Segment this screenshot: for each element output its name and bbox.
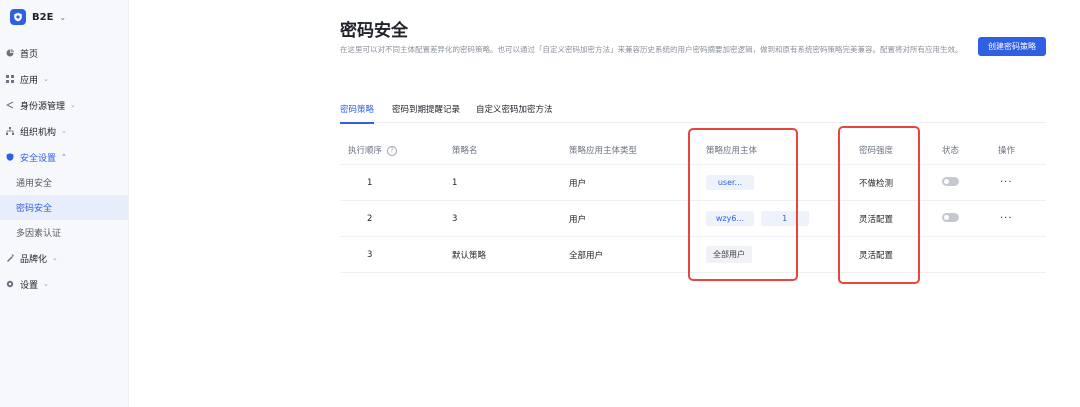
- shield-logo-icon: [10, 9, 26, 25]
- highlight-box-subject-column: [688, 128, 798, 281]
- shield-icon: [6, 153, 14, 161]
- name-cell: 3: [452, 213, 458, 224]
- main-content: 密码安全 在这里可以对不同主体配置差异化的密码策略。也可以通过「自定义密码加密方…: [128, 0, 1080, 407]
- chevron-down-icon: ⌄: [61, 127, 67, 135]
- subject-type-cell: 全部用户: [569, 250, 604, 261]
- order-cell: 2: [367, 213, 373, 224]
- sidebar-subitem-general-security[interactable]: 通用安全: [0, 170, 128, 195]
- sidebar-item-home[interactable]: 首页: [0, 40, 128, 66]
- tab-password-policy[interactable]: 密码策略: [340, 103, 375, 124]
- sidebar-item-apps[interactable]: 应用 ⌄: [0, 66, 128, 92]
- toggle-switch[interactable]: [942, 212, 959, 222]
- more-actions-icon[interactable]: ···: [1000, 213, 1013, 224]
- sidebar-item-organization[interactable]: 组织机构 ⌄: [0, 118, 128, 144]
- brand-switcher[interactable]: B2E ⌄: [10, 9, 66, 25]
- chevron-down-icon: ⌄: [59, 12, 67, 22]
- sidebar-item-label: 通用安全: [16, 179, 53, 189]
- chevron-down-icon: ⌄: [43, 280, 49, 288]
- order-cell: 1: [367, 177, 373, 188]
- chevron-down-icon: ⌄: [52, 254, 58, 262]
- highlight-box-strength-column: [838, 126, 920, 284]
- brand-name: B2E: [32, 11, 54, 23]
- more-actions-icon[interactable]: ···: [1000, 177, 1013, 188]
- order-cell: 3: [367, 249, 373, 260]
- status-toggle[interactable]: [942, 176, 959, 189]
- page-description: 在这里可以对不同主体配置差异化的密码策略。也可以通过「自定义密码加密方法」来兼容…: [340, 45, 963, 54]
- column-header-order: 执行顺序?: [348, 144, 398, 156]
- sidebar-item-settings[interactable]: 设置 ⌄: [0, 271, 128, 297]
- sidebar-item-branding[interactable]: 品牌化 ⌄: [0, 245, 128, 271]
- sidebar-item-label: 身份源管理: [20, 101, 66, 112]
- sidebar-item-label: 密码安全: [16, 204, 53, 214]
- sidebar-item-label: 安全设置: [20, 153, 57, 164]
- subject-type-cell: 用户: [569, 214, 587, 225]
- share-icon: [6, 101, 14, 109]
- page-title: 密码安全: [340, 21, 408, 41]
- brush-icon: [6, 254, 14, 262]
- chevron-down-icon: ⌄: [43, 75, 49, 83]
- sidebar-item-label: 首页: [20, 49, 39, 60]
- sidebar-subitem-password-security[interactable]: 密码安全: [0, 195, 128, 220]
- name-cell: 1: [452, 177, 458, 188]
- sidebar-item-label: 应用: [20, 75, 39, 86]
- sidebar: B2E ⌄ 首页 应用 ⌄ 身份源管理 ⌄ 组织机构 ⌄ 安全设置 ⌃ 通用安全…: [0, 0, 129, 407]
- name-cell: 默认策略: [452, 250, 487, 261]
- pie-chart-icon: [6, 49, 14, 57]
- subject-type-cell: 用户: [569, 178, 587, 189]
- chevron-up-icon: ⌃: [61, 153, 67, 161]
- sidebar-item-label: 组织机构: [20, 127, 57, 138]
- toggle-switch[interactable]: [942, 176, 959, 186]
- sidebar-item-security[interactable]: 安全设置 ⌃: [0, 144, 128, 170]
- sidebar-item-label: 设置: [20, 280, 39, 291]
- tab-expiry-reminder-log[interactable]: 密码到期提醒记录: [392, 103, 460, 122]
- column-header-actions: 操作: [998, 146, 1016, 156]
- sidebar-item-identity-sources[interactable]: 身份源管理 ⌄: [0, 92, 128, 118]
- chevron-down-icon: ⌄: [70, 101, 76, 109]
- status-toggle[interactable]: [942, 212, 959, 225]
- tab-custom-encryption[interactable]: 自定义密码加密方法: [476, 103, 553, 122]
- sidebar-subitem-mfa[interactable]: 多因素认证: [0, 220, 128, 245]
- gear-icon: [6, 280, 14, 288]
- column-header-status: 状态: [942, 146, 960, 156]
- create-password-policy-button[interactable]: 创建密码策略: [978, 37, 1046, 56]
- sidebar-item-label: 多因素认证: [16, 229, 62, 239]
- org-tree-icon: [6, 127, 14, 135]
- sidebar-item-label: 品牌化: [20, 254, 48, 265]
- grid-icon: [6, 75, 14, 83]
- column-header-name: 策略名: [452, 146, 478, 156]
- help-icon[interactable]: ?: [387, 145, 398, 156]
- tab-bar: 密码策略 密码到期提醒记录 自定义密码加密方法: [340, 100, 1046, 124]
- column-header-subject-type: 策略应用主体类型: [569, 146, 638, 156]
- sidebar-nav: 首页 应用 ⌄ 身份源管理 ⌄ 组织机构 ⌄ 安全设置 ⌃ 通用安全 密码安全: [0, 40, 128, 297]
